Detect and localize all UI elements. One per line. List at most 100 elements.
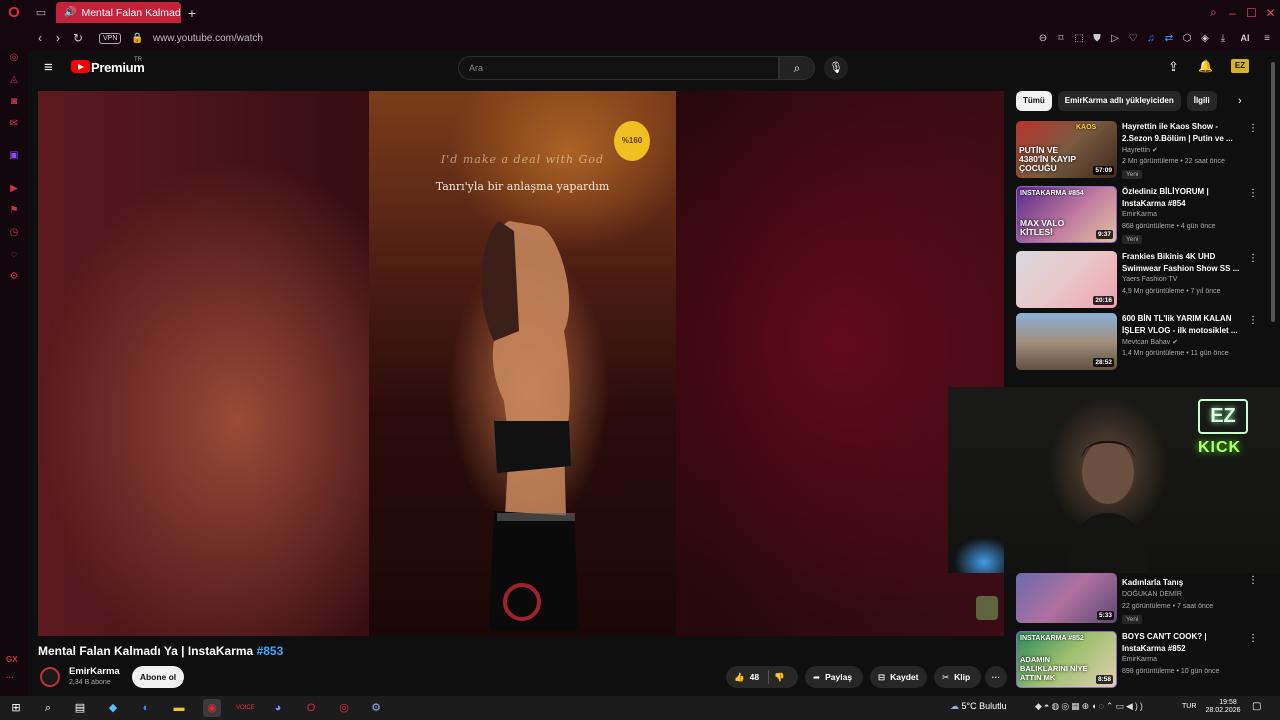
weather-widget[interactable]: ☁ 5°C Bulutlu (950, 701, 1007, 712)
hints-icon[interactable]: ◌ (7, 248, 21, 262)
task-view-icon[interactable]: ▤ (71, 699, 89, 717)
copilot-icon[interactable]: ◆ (104, 699, 122, 717)
more-vert-icon[interactable]: ⋮ (1248, 315, 1258, 326)
create-icon[interactable]: ⇪ (1168, 59, 1179, 75)
snapshot-icon[interactable]: ⬚ (1072, 33, 1086, 44)
more-vert-icon[interactable]: ⋮ (1248, 253, 1258, 264)
file-explorer-icon[interactable]: ▬ (170, 699, 188, 717)
maximize-icon[interactable]: ☐ (1242, 6, 1261, 20)
extensions-icon[interactable]: ⬡ (1180, 33, 1194, 44)
opera-logo-icon[interactable]: O (0, 0, 28, 25)
back-icon[interactable]: ‹ (31, 31, 49, 45)
opera-gx-taskbar-icon[interactable]: ◉ (203, 699, 221, 717)
bookmark-icon[interactable]: ⚑ (7, 204, 21, 218)
recommendation-channel[interactable]: EmirKarma (1122, 656, 1157, 663)
avatar[interactable]: EZ (1231, 59, 1249, 73)
taskbar-search-icon[interactable]: ⌕ (39, 699, 57, 717)
video-frame[interactable]: %160 I'd make a deal with God Tanrı'yla … (369, 91, 676, 636)
voice-app-icon[interactable]: VOICE (236, 699, 255, 717)
thumbnail[interactable]: KAOS PUTİN VE 4380'İN KAYIP ÇOCUĞU 57:09 (1016, 121, 1117, 178)
download-icon[interactable]: ⤓ (1216, 33, 1230, 44)
speaker-icon[interactable]: 🔊 (64, 7, 76, 18)
recommendation-title[interactable]: Hayrettin ile Kaos Show - 2.Sezon 9.Bölü… (1122, 121, 1240, 144)
edge-icon[interactable]: ◐ (137, 699, 155, 717)
gx-icon[interactable]: GX (6, 655, 18, 664)
mail-icon[interactable]: ✉ (7, 117, 21, 131)
thumbnail[interactable]: INSTAKARMA #852 ADAMIN BALIKLARINI NİYE … (1016, 631, 1117, 688)
youtube-logo-icon[interactable] (71, 60, 90, 73)
extension-icon[interactable]: ◈ (1198, 33, 1212, 44)
opera-gx-icon[interactable]: ◎ (335, 699, 353, 717)
translate-icon[interactable]: ⇄ (1162, 33, 1176, 44)
clock-time[interactable]: 19:58 (1213, 698, 1243, 707)
more-vert-icon[interactable]: ⋮ (1248, 123, 1258, 134)
thumbnail[interactable]: 5:33 (1016, 573, 1117, 623)
forward-icon[interactable]: › (49, 31, 67, 45)
recommendation-item[interactable]: INSTAKARMA #852 ADAMIN BALIKLARINI NİYE … (1016, 631, 1266, 689)
recommendation-channel[interactable]: EmirKarma (1122, 211, 1157, 218)
twitch-icon[interactable]: ▣ (7, 149, 21, 163)
tab-switcher-icon[interactable]: ▭ (28, 0, 54, 25)
heart-icon[interactable]: ♡ (1126, 33, 1140, 44)
channel-avatar[interactable] (40, 667, 60, 687)
recommendation-channel[interactable]: Hayrettin ✔ (1122, 146, 1158, 154)
music-icon[interactable]: ♫ (1144, 33, 1158, 44)
settings-icon[interactable]: ⚙ (7, 270, 21, 284)
thumbnail[interactable]: INSTAKARMA #854 MAX VALO KİTLESİ 9:37 (1016, 186, 1117, 243)
more-actions-button[interactable]: ··· (985, 666, 1007, 688)
recommendation-channel[interactable]: Mevtcan Bahav ✔ (1122, 338, 1178, 346)
recommendation-item[interactable]: 5:33 Kadınlarla Tanış DOĞUKAN DEMİR 22 g… (1016, 573, 1266, 625)
history-icon[interactable]: ◷ (7, 226, 21, 240)
notification-icon[interactable]: ▢ (1252, 701, 1261, 712)
recommendation-channel[interactable]: Yaers Fashion TV (1122, 276, 1177, 283)
recommendation-channel[interactable]: DOĞUKAN DEMİR (1122, 591, 1182, 598)
recommendation-item[interactable]: INSTAKARMA #854 MAX VALO KİTLESİ 9:37 Öz… (1016, 186, 1266, 244)
opera-icon[interactable]: O (302, 699, 320, 717)
video-player[interactable]: %160 I'd make a deal with God Tanrı'yla … (38, 91, 1004, 636)
subscribe-button[interactable]: Abone ol (132, 666, 184, 688)
chip-uploader[interactable]: EmirKarma adlı yükleyiciden (1057, 91, 1181, 111)
reload-icon[interactable]: ↻ (69, 31, 87, 45)
recommendation-title[interactable]: Özlediniz BİLİYORUM | InstaKarma #854 (1122, 186, 1240, 209)
new-tab-button[interactable]: + (181, 5, 203, 21)
recommendation-title[interactable]: Kadınlarla Tanış (1122, 577, 1240, 589)
channel-name[interactable]: EmirKarma (69, 666, 120, 677)
recommendation-item[interactable]: 28:52 600 BİN TL'lik YARIM KALAN İŞLER V… (1016, 313, 1266, 371)
more-vert-icon[interactable]: ⋮ (1248, 188, 1258, 199)
recommendation-title[interactable]: 600 BİN TL'lik YARIM KALAN İŞLER VLOG - … (1122, 313, 1240, 336)
active-tab[interactable]: 🔊 Mental Falan Kalmadı Y (56, 2, 181, 23)
voice-search-button[interactable]: 🎙 (824, 56, 848, 80)
recommendation-item[interactable]: KAOS PUTİN VE 4380'İN KAYIP ÇOCUĞU 57:09… (1016, 121, 1266, 179)
search-button[interactable]: ⌕ (779, 56, 815, 80)
gx-corner-icon[interactable]: ◬ (7, 73, 21, 87)
hashtag-link[interactable]: #853 (257, 644, 284, 658)
language-indicator[interactable]: TUR (1182, 703, 1196, 710)
recommendation-item[interactable]: 20:16 Frankies Bikinis 4K UHD Swimwear F… (1016, 251, 1266, 309)
ai-button[interactable]: AI (1234, 33, 1256, 43)
chip-all[interactable]: Tümü (1016, 91, 1052, 111)
scrollbar-thumb[interactable] (1271, 62, 1275, 322)
zoom-icon[interactable]: ⊖ (1036, 33, 1050, 44)
lock-icon[interactable]: 🔒 (131, 33, 143, 44)
clip-button[interactable]: ✂ Klip (934, 666, 981, 688)
share-button[interactable]: ➦ Paylaş (805, 666, 863, 688)
messenger-icon[interactable]: ◙ (7, 95, 21, 109)
steam-icon[interactable]: ⚙ (367, 699, 385, 717)
shield-icon[interactable]: ⛊ (1090, 33, 1104, 44)
player-icon[interactable]: ▷ (1108, 33, 1122, 44)
more-vert-icon[interactable]: ⋮ (1248, 575, 1258, 586)
vpn-badge[interactable]: VPN (99, 32, 122, 44)
hamburger-icon[interactable]: ≡ (44, 59, 53, 76)
save-button[interactable]: ⊟ Kaydet (870, 666, 927, 688)
system-tray-icons[interactable]: ◆◓◍◎▦⊕◖◌⌃▭◀)) (1035, 701, 1145, 712)
search-tabs-icon[interactable]: ⌕ (1204, 5, 1223, 20)
chip-related[interactable]: İlgili (1186, 91, 1217, 111)
clock-date[interactable]: 28.02.2026 (1203, 707, 1243, 714)
search-input[interactable]: Ara (458, 56, 779, 80)
minimize-icon[interactable]: – (1223, 6, 1242, 20)
pin-icon[interactable]: ⌑ (1054, 33, 1068, 44)
recommendation-title[interactable]: Frankies Bikinis 4K UHD Swimwear Fashion… (1122, 251, 1240, 274)
close-icon[interactable]: ✕ (1261, 6, 1280, 20)
discord-icon[interactable]: ◕ (269, 699, 287, 717)
thumbnail[interactable]: 28:52 (1016, 313, 1117, 370)
